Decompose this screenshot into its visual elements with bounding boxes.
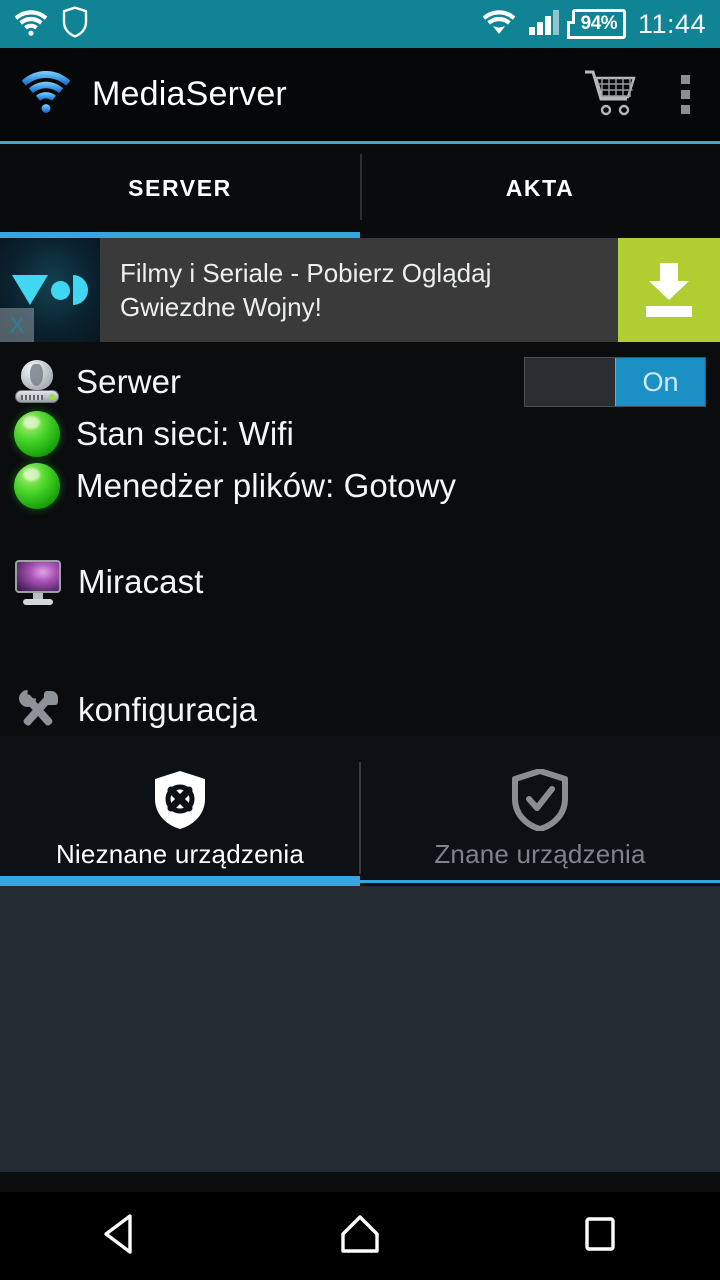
app-bar-actions (583, 68, 700, 121)
phone-screen: 94% 11:44 MediaServer SERVER AKTA X Film… (0, 0, 720, 1280)
device-tab-unknown-label: Nieznane urządzenia (55, 839, 305, 869)
ad-download-button[interactable] (618, 238, 720, 342)
ad-close-icon[interactable]: X (0, 308, 34, 342)
tab-server[interactable]: SERVER (0, 144, 360, 232)
status-dot-green-icon (14, 463, 60, 509)
device-tab-known-label: Znane urządzenia (434, 839, 646, 869)
ad-text: Filmy i Seriale - Pobierz Oglądaj Gwiezd… (100, 238, 618, 342)
app-bar: MediaServer (0, 48, 720, 144)
server-panel: Serwer On Stan sieci: Wifi Menedżer plik… (0, 342, 720, 736)
miracast-label: Miracast (78, 563, 204, 600)
tab-akta[interactable]: AKTA (360, 144, 720, 232)
network-status-label: Stan sieci: Wifi (76, 415, 294, 452)
device-tab-indicator-active (0, 876, 360, 886)
tools-icon (14, 686, 62, 733)
wifi-logo-icon (20, 69, 72, 120)
vod-o-shape (51, 280, 70, 300)
app-title: MediaServer (92, 75, 287, 113)
battery-percent-label: 94% (580, 13, 618, 34)
vod-glyphs (12, 275, 88, 305)
cellular-signal-icon (528, 8, 560, 41)
nav-home-button[interactable] (300, 1192, 420, 1280)
main-tab-bar: SERVER AKTA (0, 144, 720, 232)
shield-check-icon (512, 769, 568, 831)
switch-state-label: On (642, 366, 679, 397)
miracast-row[interactable]: Miracast (0, 556, 720, 608)
nav-recents-button[interactable] (540, 1192, 660, 1280)
download-baseline (646, 306, 692, 317)
server-toggle-switch[interactable]: On (524, 357, 706, 407)
arrow-stem (660, 263, 678, 283)
download-icon (646, 263, 692, 317)
indicator-line (360, 879, 720, 883)
shield-outline-icon (62, 5, 88, 43)
wifi-signal-icon (482, 8, 516, 41)
vod-d-shape (73, 275, 88, 305)
device-tab-indicators (0, 876, 720, 886)
server-icon (14, 360, 60, 404)
download-arrow (649, 263, 689, 300)
filemanager-status-row: Menedżer plików: Gotowy (0, 460, 720, 512)
screwdriver-head (44, 691, 58, 705)
battery-indicator: 94% (566, 9, 626, 39)
network-status-row: Stan sieci: Wifi (0, 408, 720, 460)
status-bar-left-icons (14, 5, 88, 43)
home-icon (338, 1212, 382, 1261)
nav-back-button[interactable] (60, 1192, 180, 1280)
ad-banner[interactable]: X Filmy i Seriale - Pobierz Oglądaj Gwie… (0, 238, 720, 342)
recents-square-icon (580, 1212, 620, 1261)
status-bar-right-icons: 94% 11:44 (482, 8, 706, 41)
vod-logo-icon: X (0, 238, 100, 342)
device-tab-bar: Nieznane urządzenia Znane urządzenia (0, 736, 720, 876)
device-tab-known[interactable]: Znane urządzenia (360, 736, 720, 876)
clock-label: 11:44 (637, 8, 706, 39)
device-tab-unknown[interactable]: Nieznane urządzenia (0, 736, 360, 876)
shopping-cart-icon[interactable] (583, 68, 637, 121)
status-dot-green-icon (14, 411, 60, 457)
monitor-icon (14, 559, 62, 605)
tab-akta-label: AKTA (505, 174, 575, 201)
wifi-icon (14, 8, 48, 41)
overflow-menu-icon[interactable] (681, 75, 690, 114)
status-bar: 94% 11:44 (0, 0, 720, 48)
overflow-dot (681, 75, 690, 84)
filemanager-status-label: Menedżer plików: Gotowy (76, 467, 457, 504)
switch-track (525, 358, 615, 406)
ad-line-1: Filmy i Seriale - Pobierz Oglądaj (120, 257, 492, 288)
server-globe (21, 360, 53, 390)
device-tab-indicator-inactive (360, 876, 720, 886)
shield-x-icon (152, 769, 208, 831)
overflow-dot (681, 90, 690, 99)
back-triangle-icon (100, 1212, 140, 1261)
android-nav-bar (0, 1192, 720, 1280)
device-tab-section: Nieznane urządzenia Znane urządzenia (0, 736, 720, 1172)
configuration-row[interactable]: konfiguracja (0, 684, 720, 736)
monitor-screen (15, 560, 61, 593)
arrow-head (649, 281, 689, 300)
overflow-dot (681, 105, 690, 114)
server-label: Serwer (76, 363, 182, 400)
server-row[interactable]: Serwer On (0, 356, 720, 408)
ad-line-2: Gwiezdne Wojny! (120, 291, 322, 322)
switch-thumb: On (615, 358, 705, 406)
vod-v-shape (12, 275, 48, 305)
tab-server-label: SERVER (128, 174, 232, 201)
server-led (49, 394, 55, 400)
configuration-label: konfiguracja (78, 691, 258, 728)
device-list-empty-area (0, 886, 720, 1172)
monitor-foot (23, 599, 53, 605)
